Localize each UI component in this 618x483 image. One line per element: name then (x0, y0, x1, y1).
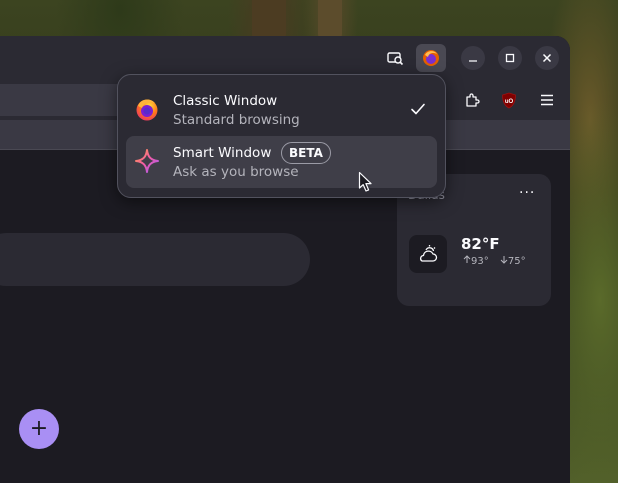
add-button[interactable]: + (19, 409, 59, 449)
mouse-cursor-icon (358, 171, 372, 192)
hamburger-menu-button[interactable] (535, 88, 559, 112)
hamburger-menu-icon (541, 94, 553, 106)
checkmark-icon (411, 103, 425, 115)
ublock-origin-button[interactable]: uO (497, 88, 521, 112)
weather-high-low: 93° 75° (463, 255, 534, 267)
weather-temperature: 82°F (461, 235, 500, 253)
firefox-logo-icon (134, 96, 160, 122)
tree-trunk (318, 0, 342, 40)
minimize-button[interactable] (461, 46, 485, 70)
extensions-icon (466, 93, 480, 107)
close-button[interactable] (535, 46, 559, 70)
firefox-account-button[interactable] (416, 44, 446, 72)
screenshot-search-button[interactable] (384, 47, 406, 69)
weather-icon-box (409, 235, 447, 273)
weather-menu-button[interactable]: ··· (519, 185, 535, 201)
arrow-down-icon (500, 256, 508, 264)
menu-item-subtitle: Standard browsing (173, 112, 300, 128)
window-mode-menu: Classic Window Standard browsing Smart W… (117, 74, 446, 198)
new-tab-search-box[interactable] (0, 233, 310, 286)
weather-high-value: 93° (471, 256, 489, 267)
weather-low-value: 75° (507, 256, 526, 267)
svg-text:uO: uO (505, 99, 514, 105)
ublock-origin-icon: uO (502, 92, 516, 108)
menu-item-title: Smart Window (173, 145, 272, 161)
partly-cloudy-icon (420, 245, 438, 262)
menu-item-smart-window[interactable]: Smart Window BETA Ask as you browse (126, 136, 437, 188)
minimize-icon (469, 60, 477, 62)
maximize-button[interactable] (498, 46, 522, 70)
menu-item-title: Classic Window (173, 93, 278, 109)
sparkle-icon (134, 148, 160, 174)
menu-item-subtitle: Ask as you browse (173, 164, 299, 180)
maximize-icon (505, 53, 515, 63)
arrow-up-icon (463, 255, 471, 263)
screenshot-search-icon (387, 52, 404, 66)
firefox-account-icon (423, 50, 439, 66)
close-icon (542, 53, 552, 63)
weather-high: 93° (463, 255, 492, 267)
extensions-button[interactable] (460, 88, 484, 112)
menu-item-classic-window[interactable]: Classic Window Standard browsing (126, 84, 437, 136)
beta-badge: BETA (281, 142, 331, 164)
tree-trunk (252, 0, 286, 40)
weather-low: 75° (500, 256, 526, 267)
